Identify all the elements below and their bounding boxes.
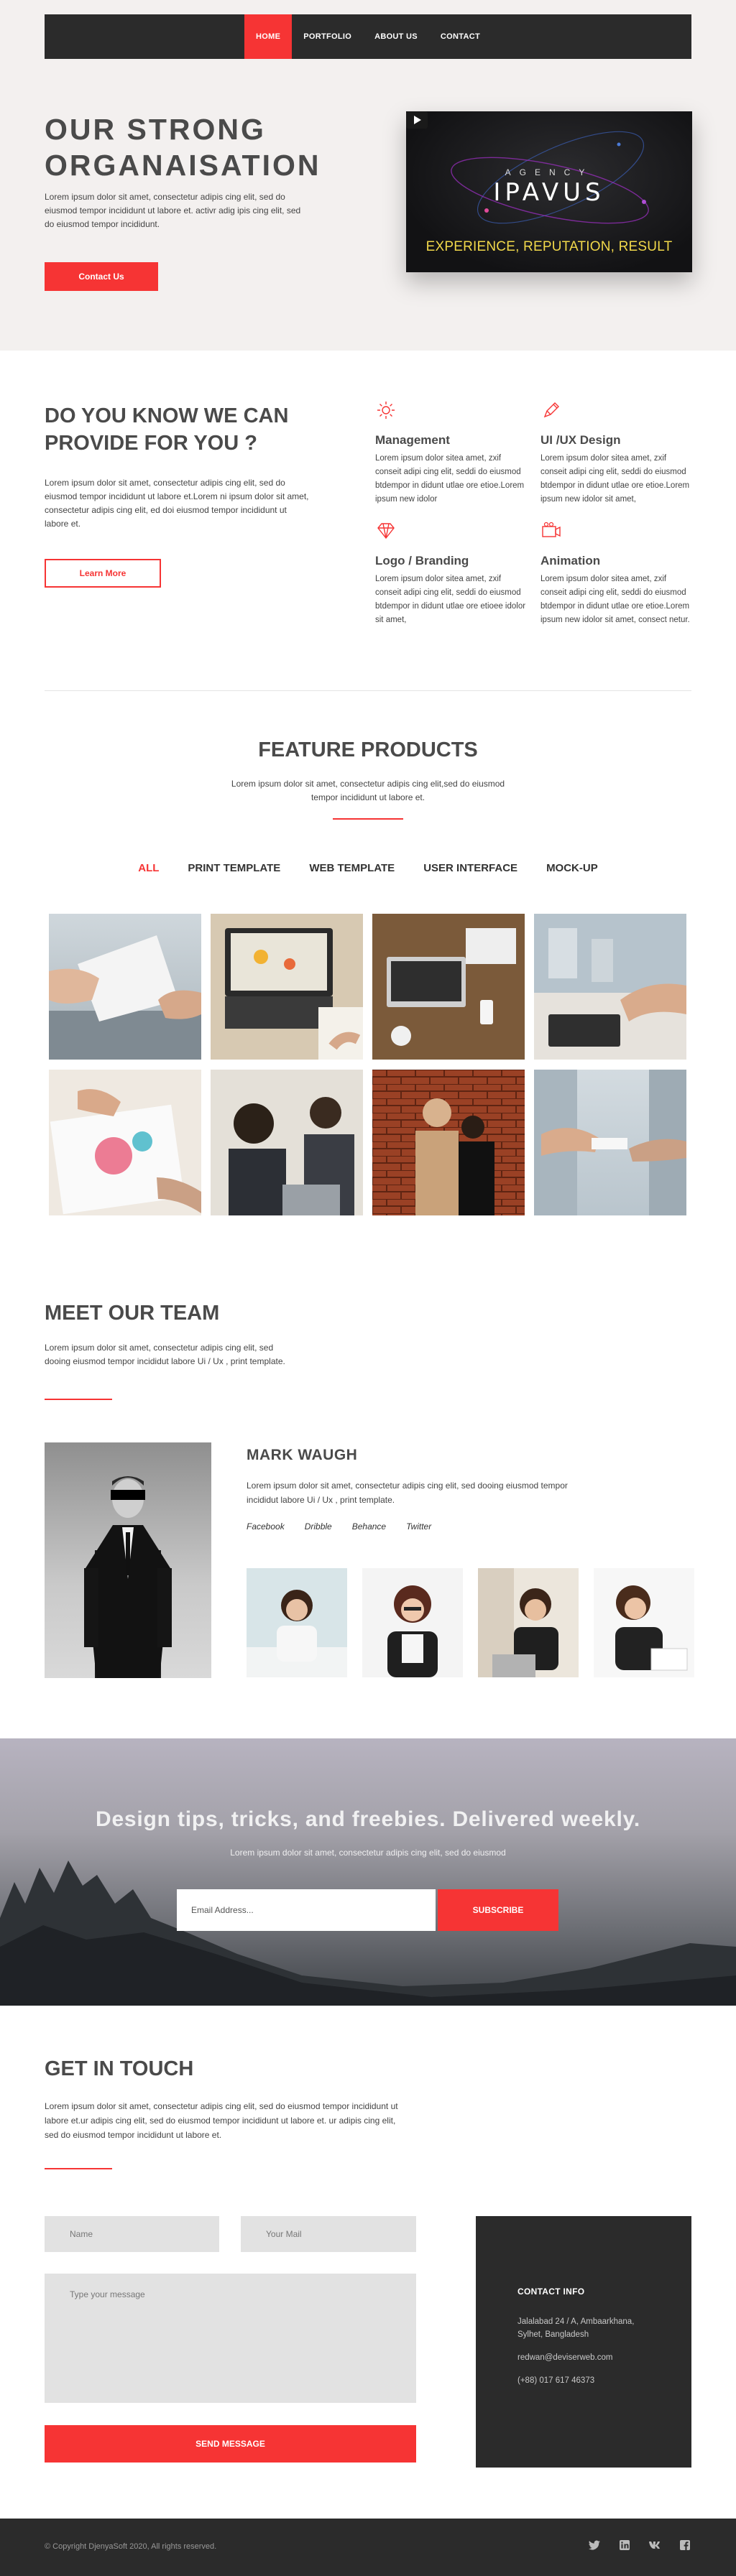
nav-about-us[interactable]: ABOUT US [363,14,429,59]
feature-title: Management [375,433,450,447]
learn-more-button[interactable]: Learn More [45,559,161,588]
feature-management: Management Lorem ipsum dolor sitea amet,… [375,399,526,506]
contact-text: Lorem ipsum dolor sit amet, consectetur … [45,2101,398,2140]
hero-title-line1: OUR STRONG [45,113,266,146]
product-image[interactable] [372,1070,525,1215]
product-image[interactable] [211,1070,363,1215]
footer-social-icons [588,2539,691,2552]
twitter-icon[interactable] [588,2539,601,2552]
product-image[interactable] [534,914,686,1060]
footer: © Copyright DjenyaSoft 2020, All rights … [0,2519,736,2576]
facebook-link[interactable]: Facebook [247,1521,285,1532]
nav-contact[interactable]: CONTACT [429,14,492,59]
products-section: FEATURE PRODUCTS Lorem ipsum dolor sit a… [0,691,736,1259]
contact-info-panel: CONTACT INFO Jalalabad 24 / A, Ambaarkha… [476,2216,691,2468]
team-subtitle: Lorem ipsum dolor sit amet, consectetur … [45,1343,285,1366]
hero-text: Lorem ipsum dolor sit amet, consectetur … [45,192,301,229]
email-field[interactable]: Your Mail [241,2216,416,2252]
nav-home[interactable]: HOME [244,14,293,59]
feature-title: UI /UX Design [540,433,621,447]
vk-icon[interactable] [648,2539,661,2552]
name-field[interactable]: Name [45,2216,219,2252]
contact-address: Jalalabad 24 / A, Ambaarkhana, Sylhet, B… [518,2317,635,2339]
video-camera-icon [542,522,561,537]
product-image[interactable] [211,914,363,1060]
hero-section: HOME PORTFOLIO ABOUT US CONTACT OUR STRO… [0,0,736,351]
filter-web-template[interactable]: WEB TEMPLATE [309,862,395,874]
member-bio: Lorem ipsum dolor sit amet, consectetur … [247,1481,568,1505]
team-thumbnail[interactable] [362,1568,463,1677]
product-image[interactable] [49,1070,201,1215]
main-nav: HOME PORTFOLIO ABOUT US CONTACT [45,14,691,59]
team-thumbnails [247,1568,694,1677]
product-image[interactable] [534,1070,686,1215]
team-thumbnail[interactable] [594,1568,694,1677]
product-filters: ALL PRINT TEMPLATE WEB TEMPLATE USER INT… [0,862,736,874]
title-underline [333,818,403,820]
feature-title: Logo / Branding [375,554,469,567]
linkedin-icon[interactable] [618,2539,631,2552]
feature-logo-branding: Logo / Branding Lorem ipsum dolor sitea … [375,520,526,627]
title-underline [45,1399,112,1400]
newsletter-title: Design tips, tricks, and freebies. Deliv… [95,1807,640,1831]
member-name: MARK WAUGH [247,1447,358,1463]
forest-background [0,1861,736,2006]
product-image[interactable] [49,914,201,1060]
subscribe-button[interactable]: SUBSCRIBE [438,1889,558,1931]
email-input[interactable]: Email Address... [177,1889,436,1931]
feature-ui-ux: UI /UX Design Lorem ipsum dolor sitea am… [540,399,691,506]
product-grid [49,914,686,1215]
team-section: MEET OUR TEAM Lorem ipsum dolor sit amet… [0,1259,736,1738]
title-underline [45,2168,112,2169]
copyright-text: © Copyright DjenyaSoft 2020, All rights … [45,2542,217,2551]
filter-print-template[interactable]: PRINT TEMPLATE [188,862,280,874]
team-thumbnail[interactable] [478,1568,579,1677]
product-image[interactable] [372,914,525,1060]
feature-text: Lorem ipsum dolor sitea amet, zxif conse… [540,454,690,504]
video-agency-text: AGENCY [505,167,594,177]
filter-user-interface[interactable]: USER INTERFACE [423,862,518,874]
services-section: DO YOU KNOW WE CAN PROVIDE FOR YOU ? Lor… [0,351,736,691]
diamond-icon [377,523,395,539]
pencil-icon [543,402,559,418]
video-brand-text: IPAVUS [493,178,605,207]
hero-video[interactable]: AGENCY IPAVUS EXPERIENCE, REPUTATION, RE… [406,111,692,272]
newsletter-subtitle: Lorem ipsum dolor sit amet, consectetur … [230,1848,506,1858]
contact-email[interactable]: redwan@deviserweb.com [518,2351,650,2364]
team-thumbnail[interactable] [247,1568,347,1677]
contact-phone: (+88) 017 617 46373 [518,2376,595,2385]
services-text: Lorem ipsum dolor sit amet, consectetur … [45,478,309,529]
feature-title: Animation [540,554,601,567]
member-photo [45,1442,211,1678]
dribble-link[interactable]: Dribble [305,1521,332,1532]
hero-title: OUR STRONG ORGANAISATION [45,111,321,183]
feature-text: Lorem ipsum dolor sitea amet, zxif conse… [540,575,690,624]
products-subtitle: Lorem ipsum dolor sit amet, consectetur … [231,779,505,802]
hero-title-line2: ORGANAISATION [45,149,321,182]
filter-all[interactable]: ALL [138,862,159,874]
team-title: MEET OUR TEAM [45,1302,220,1325]
nav-portfolio[interactable]: PORTFOLIO [292,14,363,59]
products-title: FEATURE PRODUCTS [258,738,478,761]
filter-mock-up[interactable]: MOCK-UP [546,862,598,874]
message-field[interactable]: Type your message [45,2274,416,2403]
behance-link[interactable]: Behance [352,1521,386,1532]
contact-section: GET IN TOUCH Lorem ipsum dolor sit amet,… [0,2006,736,2519]
services-title: DO YOU KNOW WE CAN PROVIDE FOR YOU ? [45,404,289,455]
send-message-button[interactable]: SEND MESSAGE [45,2425,416,2463]
contact-us-button[interactable]: Contact Us [45,262,158,291]
feature-text: Lorem ipsum dolor sitea amet, zxif conse… [375,575,526,624]
member-social-links: Facebook Dribble Behance Twitter [247,1521,431,1532]
feature-animation: Animation Lorem ipsum dolor sitea amet, … [540,520,691,627]
contact-info-title: CONTACT INFO [518,2287,585,2297]
newsletter-section: Design tips, tricks, and freebies. Deliv… [0,1738,736,2006]
video-tagline: EXPERIENCE, REPUTATION, RESULT [426,239,673,254]
contact-title: GET IN TOUCH [45,2057,194,2080]
play-icon[interactable] [406,111,428,129]
feature-text: Lorem ipsum dolor sitea amet, zxif conse… [375,454,525,504]
facebook-icon[interactable] [678,2539,691,2552]
gear-icon [377,402,395,419]
twitter-link[interactable]: Twitter [406,1521,431,1532]
